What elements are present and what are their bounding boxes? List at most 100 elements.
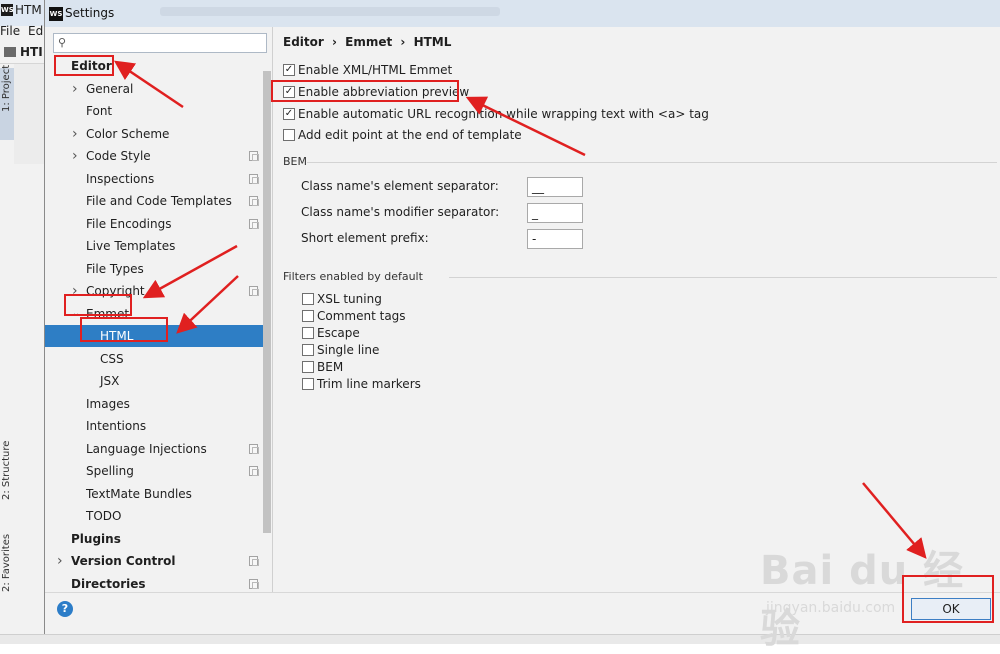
tree-item-label: TODO bbox=[86, 509, 122, 523]
tree-item-jsx[interactable]: JSX bbox=[45, 370, 263, 392]
checkbox[interactable]: ✓ bbox=[283, 64, 295, 76]
tree-item-label: Language Injections bbox=[86, 442, 207, 456]
checkbox[interactable] bbox=[283, 129, 295, 141]
watermark-url: jingyan.baidu.com bbox=[766, 600, 896, 616]
tree-item-label: Color Scheme bbox=[86, 127, 170, 141]
ide-background-window: WS HTM File Ed HTI 1: Project 2: Structu… bbox=[0, 0, 45, 644]
checkbox[interactable] bbox=[302, 344, 314, 356]
breadcrumb-separator: › bbox=[332, 35, 337, 49]
breadcrumb-html: HTML bbox=[413, 35, 452, 49]
project-scope-icon bbox=[249, 579, 259, 589]
checkbox-label: Escape bbox=[317, 326, 360, 340]
checkbox-label: Add edit point at the end of template bbox=[298, 128, 522, 142]
tree-item-label: Plugins bbox=[71, 532, 121, 546]
ide-menubar: File Ed bbox=[0, 24, 45, 40]
project-scope-icon bbox=[249, 196, 259, 206]
checkbox[interactable] bbox=[302, 293, 314, 305]
tree-item-label: Intentions bbox=[86, 419, 147, 433]
tree-item-file-types[interactable]: File Types bbox=[45, 258, 263, 280]
tree-item-file-encodings[interactable]: File Encodings bbox=[45, 213, 263, 235]
tree-scrollbar[interactable] bbox=[263, 71, 271, 533]
settings-search-input[interactable]: ⚲ bbox=[53, 33, 267, 53]
checkbox[interactable] bbox=[302, 361, 314, 373]
tree-item-plugins[interactable]: Plugins bbox=[45, 528, 263, 550]
annotation-box-html bbox=[80, 317, 168, 342]
tree-item-css[interactable]: CSS bbox=[45, 348, 263, 370]
tree-item-label: Font bbox=[86, 104, 113, 118]
tree-item-live-templates[interactable]: Live Templates bbox=[45, 235, 263, 257]
bem-field-input[interactable]: - bbox=[527, 229, 583, 249]
tool-tab-project[interactable]: 1: Project bbox=[0, 65, 13, 172]
annotation-box-abbreviation-preview bbox=[271, 80, 459, 102]
project-scope-icon bbox=[249, 444, 259, 454]
project-scope-icon bbox=[249, 174, 259, 184]
project-scope-icon bbox=[249, 286, 259, 296]
ide-title: HTM bbox=[15, 3, 42, 17]
tree-item-label: Images bbox=[86, 397, 130, 411]
background-window-title-blur bbox=[160, 7, 500, 16]
tree-item-textmate-bundles[interactable]: TextMate Bundles bbox=[45, 483, 263, 505]
project-scope-icon bbox=[249, 466, 259, 476]
checkbox-label: BEM bbox=[317, 360, 344, 374]
filters-section-title: Filters enabled by default bbox=[283, 270, 423, 283]
chevron-right-icon[interactable]: › bbox=[72, 145, 78, 167]
annotation-box-ok bbox=[902, 575, 994, 623]
tree-item-label: Code Style bbox=[86, 149, 151, 163]
bem-section-title: BEM bbox=[283, 155, 307, 168]
section-divider bbox=[449, 277, 997, 278]
section-divider bbox=[307, 162, 997, 163]
checkbox[interactable] bbox=[302, 310, 314, 322]
tree-item-label: File Types bbox=[86, 262, 144, 276]
bem-field-input[interactable]: __ bbox=[527, 177, 583, 197]
tree-item-label: Spelling bbox=[86, 464, 134, 478]
checkbox-label: Enable XML/HTML Emmet bbox=[298, 63, 453, 77]
tree-item-label: General bbox=[86, 82, 134, 96]
checkbox[interactable] bbox=[302, 378, 314, 390]
tree-item-label: Version Control bbox=[71, 554, 176, 568]
checkbox[interactable] bbox=[302, 327, 314, 339]
settings-breadcrumb: Editor › Emmet › HTML bbox=[283, 35, 455, 49]
chevron-right-icon[interactable]: › bbox=[72, 123, 78, 145]
chevron-right-icon[interactable]: › bbox=[57, 550, 63, 572]
breadcrumb-emmet: Emmet bbox=[345, 35, 393, 49]
menu-file[interactable]: File bbox=[0, 24, 20, 38]
tree-item-intentions[interactable]: Intentions bbox=[45, 415, 263, 437]
tree-item-label: CSS bbox=[100, 352, 124, 366]
tree-item-todo[interactable]: TODO bbox=[45, 505, 263, 527]
annotation-box-emmet bbox=[64, 294, 132, 316]
checkbox[interactable]: ✓ bbox=[283, 108, 295, 120]
annotation-box-editor bbox=[54, 55, 114, 76]
tree-item-language-injections[interactable]: Language Injections bbox=[45, 438, 263, 460]
project-scope-icon bbox=[249, 219, 259, 229]
tree-item-file-and-code-templates[interactable]: File and Code Templates bbox=[45, 190, 263, 212]
bem-field-label: Class name's modifier separator: bbox=[301, 205, 500, 219]
bem-field-input[interactable]: _ bbox=[527, 203, 583, 223]
tree-item-spelling[interactable]: Spelling bbox=[45, 460, 263, 482]
chevron-right-icon[interactable]: › bbox=[72, 78, 78, 100]
tree-item-color-scheme[interactable]: › Color Scheme bbox=[45, 123, 263, 145]
tree-item-font[interactable]: Font bbox=[45, 100, 263, 122]
tree-item-label: Live Templates bbox=[86, 239, 176, 253]
folder-icon bbox=[4, 47, 16, 57]
tree-item-label: TextMate Bundles bbox=[86, 487, 192, 501]
tree-item-version-control[interactable]: › Version Control bbox=[45, 550, 263, 572]
webstorm-logo-icon: WS bbox=[1, 4, 14, 16]
bem-field-label: Class name's element separator: bbox=[301, 179, 499, 193]
menu-edit[interactable]: Ed bbox=[28, 24, 43, 38]
breadcrumb-editor: Editor bbox=[283, 35, 324, 49]
tree-item-code-style[interactable]: › Code Style bbox=[45, 145, 263, 167]
tree-item-general[interactable]: › General bbox=[45, 78, 263, 100]
project-scope-icon bbox=[249, 556, 259, 566]
tree-item-label: File Encodings bbox=[86, 217, 172, 231]
settings-content: Editor › Emmet › HTML ✓ Enable XML/HTML E… bbox=[273, 27, 1000, 592]
dialog-titlebar: WS Settings bbox=[45, 0, 1000, 27]
project-panel-fragment bbox=[14, 64, 45, 164]
ide-nav-crumb[interactable]: HTI bbox=[20, 45, 43, 59]
tree-item-images[interactable]: Images bbox=[45, 393, 263, 415]
help-button[interactable]: ? bbox=[57, 601, 73, 617]
checkbox-label: Trim line markers bbox=[317, 377, 421, 391]
breadcrumb-separator: › bbox=[400, 35, 406, 49]
dialog-title: Settings bbox=[65, 6, 115, 20]
tree-item-label: File and Code Templates bbox=[86, 194, 232, 208]
tree-item-inspections[interactable]: Inspections bbox=[45, 168, 263, 190]
